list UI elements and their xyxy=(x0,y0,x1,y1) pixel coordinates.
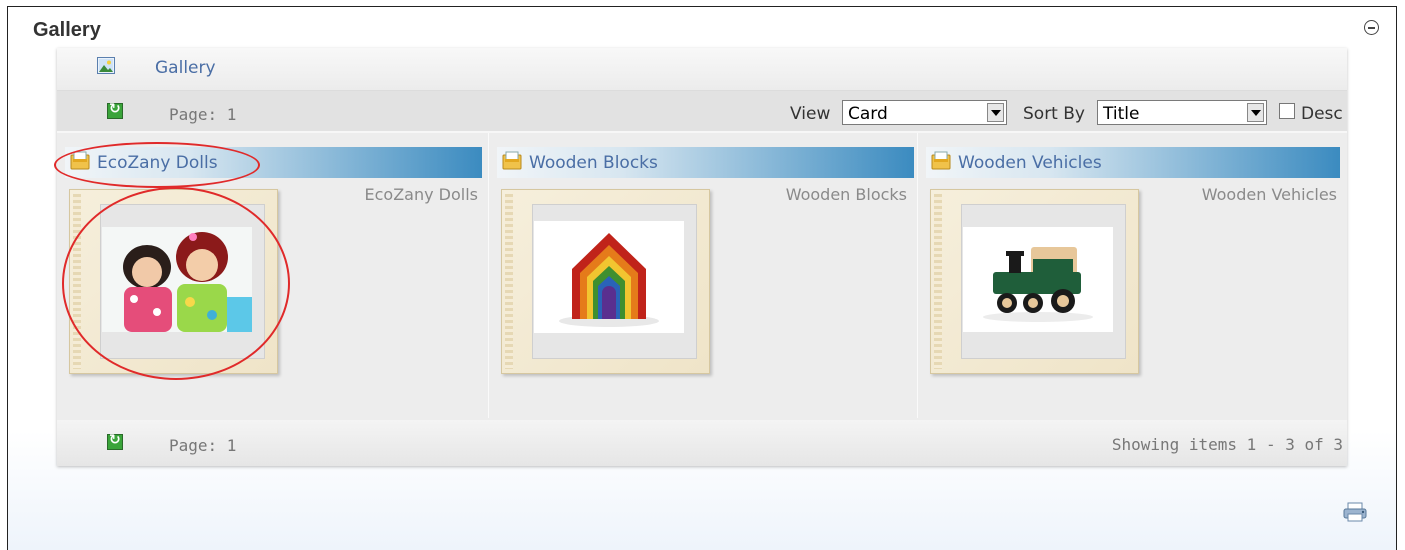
blocks-photo xyxy=(534,221,684,333)
album-photo xyxy=(102,227,252,332)
album-description: Wooden Vehicles xyxy=(1201,185,1337,204)
album-photo xyxy=(534,221,684,333)
chevron-down-icon[interactable] xyxy=(1247,103,1264,122)
album-thumbnail[interactable] xyxy=(501,189,710,374)
album-spine xyxy=(73,194,81,369)
album-photo xyxy=(963,227,1113,332)
desc-checkbox[interactable] xyxy=(1279,103,1295,119)
module-title: Gallery xyxy=(33,19,101,41)
album-title[interactable]: Wooden Vehicles xyxy=(958,153,1102,173)
album-description: EcoZany Dolls xyxy=(364,185,479,204)
train-photo xyxy=(963,227,1113,332)
album-spine xyxy=(934,194,942,369)
print-icon[interactable] xyxy=(1343,502,1369,522)
album-spine xyxy=(505,194,513,369)
chevron-down-icon[interactable] xyxy=(987,103,1004,122)
album-card: EcoZany Dolls EcoZany Dolls xyxy=(57,133,489,418)
breadcrumb-gallery-link[interactable]: Gallery xyxy=(155,58,216,78)
folder-icon xyxy=(931,151,951,170)
view-select-value: Card xyxy=(848,104,888,124)
photo-mat xyxy=(532,204,697,359)
refresh-icon[interactable] xyxy=(107,432,123,450)
top-toolbar: Page: 1 View Card Sort By Title Desc xyxy=(57,91,1347,133)
page-indicator: Page: 1 xyxy=(169,105,237,124)
folder-icon xyxy=(70,151,90,170)
dolls-photo xyxy=(102,227,252,332)
collapse-icon[interactable] xyxy=(1364,20,1379,35)
album-title[interactable]: EcoZany Dolls xyxy=(97,153,218,173)
album-thumbnail[interactable] xyxy=(69,189,278,374)
breadcrumb: Gallery xyxy=(57,48,1347,91)
gallery-image-icon xyxy=(97,57,115,74)
album-header[interactable]: EcoZany Dolls xyxy=(65,147,482,178)
view-label: View xyxy=(790,104,831,124)
album-header[interactable]: Wooden Blocks xyxy=(497,147,914,178)
album-header[interactable]: Wooden Vehicles xyxy=(926,147,1340,178)
photo-mat xyxy=(100,204,265,359)
sort-by-label: Sort By xyxy=(1023,104,1085,124)
album-title[interactable]: Wooden Blocks xyxy=(529,153,658,173)
gallery-panel: Gallery Page: 1 View Card Sort By Title … xyxy=(57,48,1347,466)
photo-mat xyxy=(961,204,1126,359)
album-card: Wooden Blocks Wooden Blocks xyxy=(489,133,918,418)
album-description: Wooden Blocks xyxy=(785,185,907,204)
bottom-toolbar: Page: 1 Showing items 1 - 3 of 3 xyxy=(57,420,1347,466)
refresh-icon[interactable] xyxy=(107,101,123,119)
album-card: Wooden Vehicles Wooden Vehicles xyxy=(918,133,1347,418)
page-indicator: Page: 1 xyxy=(169,436,237,455)
album-thumbnail[interactable] xyxy=(930,189,1139,374)
item-count: Showing items 1 - 3 of 3 xyxy=(1111,435,1343,454)
sort-by-select[interactable]: Title xyxy=(1097,100,1267,125)
desc-label: Desc xyxy=(1301,104,1343,124)
folder-icon xyxy=(502,151,522,170)
sort-by-select-value: Title xyxy=(1103,104,1140,124)
album-grid: EcoZany Dolls EcoZany Dolls Wooden Block… xyxy=(57,133,1347,418)
view-select[interactable]: Card xyxy=(842,100,1007,125)
